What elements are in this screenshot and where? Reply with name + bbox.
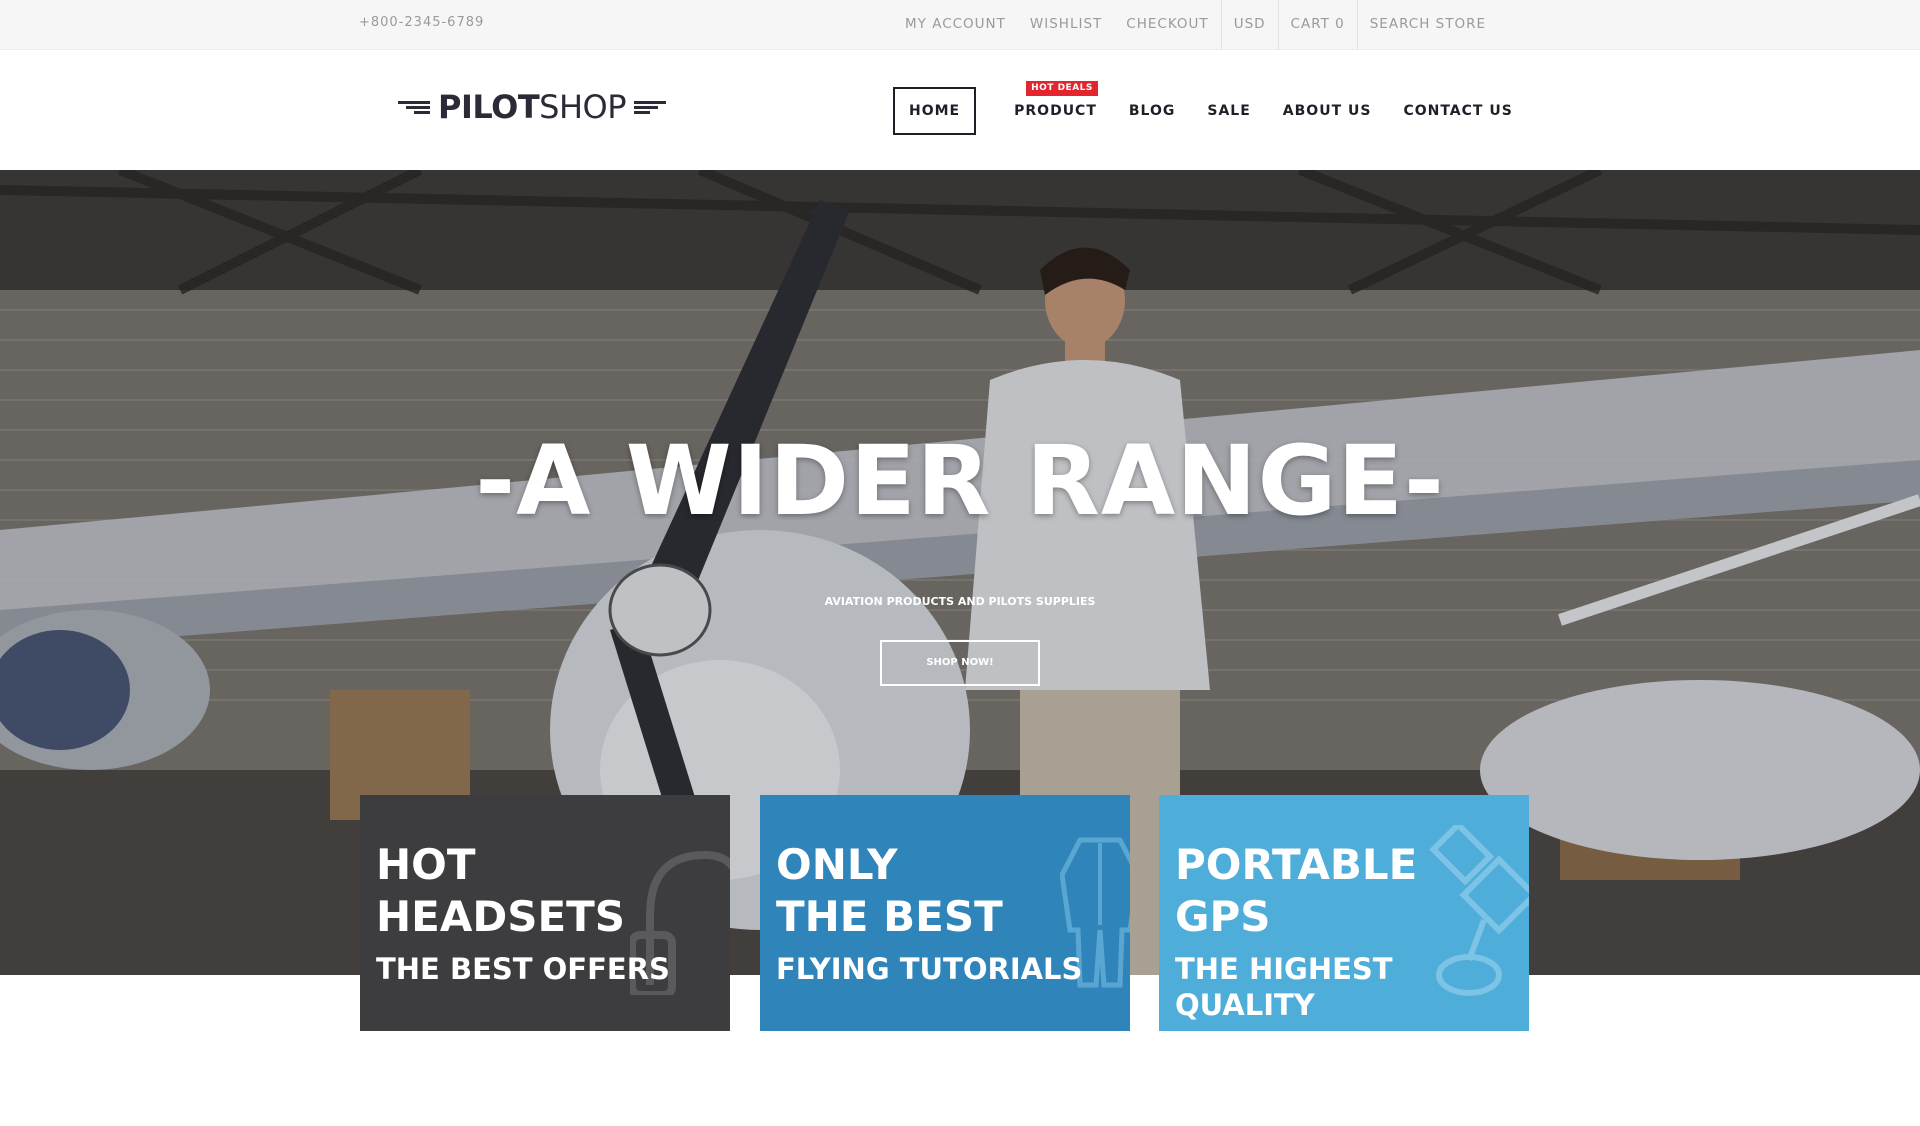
phone-number: +800-2345-6789 [359, 15, 485, 30]
feature-title-line1: PORTABLE [1175, 840, 1418, 889]
top-links: MY ACCOUNT WISHLIST CHECKOUT USD CART 0 … [893, 0, 1498, 50]
nav-blog[interactable]: BLOG [1113, 87, 1192, 135]
top-bar: +800-2345-6789 MY ACCOUNT WISHLIST CHECK… [0, 0, 1920, 50]
hero-headline: -A WIDER RANGE- [475, 425, 1445, 537]
feature-title-line2: GPS [1175, 892, 1271, 941]
cart-link[interactable]: CART 0 [1277, 0, 1357, 50]
site-logo[interactable]: PILOTSHOP [398, 88, 666, 126]
hot-deals-badge: HOT DEALS [1026, 81, 1098, 96]
right-wing-icon [634, 101, 666, 114]
search-store-link[interactable]: SEARCH STORE [1356, 0, 1498, 50]
wishlist-link[interactable]: WISHLIST [1018, 0, 1114, 50]
nav-home[interactable]: HOME [893, 87, 977, 135]
feature-title-line2: THE BEST [776, 892, 1003, 941]
feature-subtitle: THE BEST OFFERS [376, 952, 670, 986]
checkout-link[interactable]: CHECKOUT [1114, 0, 1220, 50]
feature-subtitle: THE HIGHEST QUALITY [1175, 952, 1393, 1022]
nav-contact-us[interactable]: CONTACT US [1387, 87, 1528, 135]
left-wing-icon [398, 101, 430, 114]
feature-subtitle: FLYING TUTORIALS [776, 952, 1083, 986]
nav-product[interactable]: HOT DEALS PRODUCT [998, 81, 1113, 135]
logo-text: PILOTSHOP [438, 88, 626, 126]
nav-sale[interactable]: SALE [1191, 87, 1266, 135]
nav-about-us[interactable]: ABOUT US [1267, 87, 1388, 135]
currency-selector[interactable]: USD [1220, 0, 1278, 50]
feature-box-tutorials[interactable]: ONLY THE BEST FLYING TUTORIALS [760, 795, 1130, 1031]
shop-now-button[interactable]: SHOP NOW! [880, 640, 1040, 686]
site-header: PILOTSHOP HOME HOT DEALS PRODUCT BLOG SA… [0, 50, 1920, 170]
hero-subline: AVIATION PRODUCTS AND PILOTS SUPPLIES [824, 595, 1096, 608]
my-account-link[interactable]: MY ACCOUNT [893, 0, 1018, 50]
feature-title-line2: HEADSETS [376, 892, 626, 941]
main-nav: HOME HOT DEALS PRODUCT BLOG SALE ABOUT U… [893, 81, 1529, 135]
nav-product-label: PRODUCT [1014, 103, 1097, 119]
feature-title-line1: HOT [376, 840, 476, 889]
feature-title-line1: ONLY [776, 840, 898, 889]
feature-box-gps[interactable]: PORTABLE GPS THE HIGHEST QUALITY [1159, 795, 1529, 1031]
feature-box-headsets[interactable]: HOT HEADSETS THE BEST OFFERS [360, 795, 730, 1031]
